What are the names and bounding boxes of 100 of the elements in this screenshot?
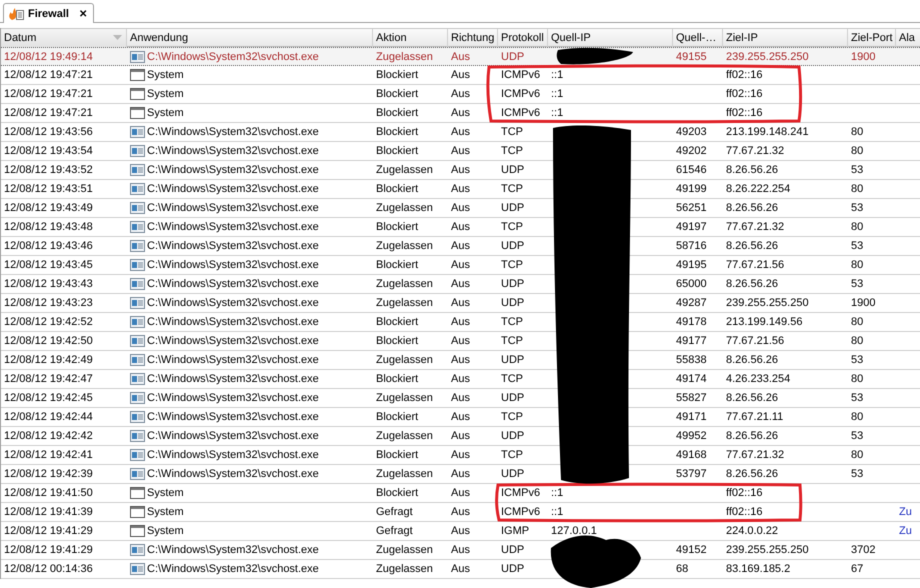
source-port-cell: 49152 — [676, 544, 707, 556]
date-cell: 12/08/12 19:42:47 — [4, 373, 93, 385]
direction-cell: Aus — [451, 487, 470, 499]
target-port-cell: 53 — [851, 164, 864, 176]
date-cell: 12/08/12 19:47:21 — [4, 107, 93, 119]
window-icon — [130, 487, 145, 499]
date-cell: 12/08/12 19:42:39 — [4, 468, 93, 480]
application-name: C:\Windows\System32\svchost.exe — [147, 316, 319, 328]
target-ip-cell: 239.255.255.250 — [726, 544, 809, 556]
log-row[interactable]: 12/08/12 19:47:21 System Blockiert Aus ICMPv6 ::1 ff02::16 — [1, 104, 920, 123]
target-ip-cell: 77.67.21.56 — [726, 335, 784, 347]
log-row[interactable]: 12/08/12 19:49:14 C:\Windows\System32\svchost.exe Zugelassen Aus UDP 49155 239.255.255.250 1900 — [1, 47, 920, 66]
protocol-cell: TCP — [501, 183, 523, 195]
date-cell: 12/08/12 19:43:46 — [4, 240, 93, 252]
service-window-icon — [130, 563, 145, 575]
target-port-cell: 53 — [851, 240, 864, 252]
action-cell: Zugelassen — [376, 354, 433, 366]
source-port-cell: 65000 — [676, 278, 707, 290]
target-port-cell: 1900 — [851, 297, 876, 309]
source-port-cell: 49174 — [676, 373, 707, 385]
target-ip-cell: 213.199.148.241 — [726, 126, 809, 138]
window-icon — [130, 107, 145, 119]
protocol-cell: UDP — [501, 297, 524, 309]
application-name: C:\Windows\System32\svchost.exe — [147, 411, 319, 423]
direction-cell: Aus — [451, 202, 470, 214]
action-cell: Blockiert — [376, 411, 418, 423]
application-name: System — [147, 88, 184, 100]
source-port-cell: 55827 — [676, 392, 707, 404]
service-window-icon — [130, 297, 145, 309]
target-ip-cell: 77.67.21.32 — [726, 145, 784, 157]
protocol-cell: UDP — [501, 50, 524, 62]
firewall-tab[interactable]: Firewall ✕ — [3, 3, 94, 23]
protocol-cell: ICMPv6 — [501, 88, 540, 100]
source-port-cell: 49168 — [676, 449, 707, 461]
source-ip-cell: 127.0.0.1 — [551, 525, 597, 537]
target-ip-cell: 8.26.56.26 — [726, 164, 778, 176]
service-window-icon — [130, 354, 145, 366]
column-header[interactable]: Datum — [1, 28, 127, 46]
date-cell: 12/08/12 19:47:21 — [4, 88, 93, 100]
direction-cell: Aus — [451, 468, 470, 480]
source-port-cell: 53797 — [676, 468, 707, 480]
service-window-icon — [130, 240, 145, 252]
application-name: C:\Windows\System32\svchost.exe — [147, 183, 319, 195]
target-port-cell: 80 — [851, 335, 864, 347]
action-cell: Zugelassen — [376, 278, 433, 290]
protocol-cell: ICMPv6 — [501, 487, 540, 499]
action-cell: Zugelassen — [376, 392, 433, 404]
source-port-cell: 68 — [676, 563, 688, 575]
target-port-cell: 53 — [851, 278, 864, 290]
direction-cell: Aus — [451, 107, 470, 119]
target-ip-cell: 8.26.56.26 — [726, 392, 778, 404]
target-ip-cell: 83.169.185.2 — [726, 563, 790, 575]
direction-cell: Aus — [451, 259, 470, 271]
target-ip-cell: 77.67.21.56 — [726, 259, 784, 271]
log-row[interactable]: 12/08/12 19:41:50 System Blockiert Aus ICMPv6 ::1 ff02::16 — [1, 484, 920, 503]
date-cell: 12/08/12 00:14:36 — [4, 563, 93, 575]
protocol-cell: UDP — [501, 430, 524, 442]
date-cell: 12/08/12 19:41:29 — [4, 544, 93, 556]
protocol-cell: TCP — [501, 411, 523, 423]
date-cell: 12/08/12 19:42:52 — [4, 316, 93, 328]
direction-cell: Aus — [451, 373, 470, 385]
target-port-cell: 53 — [851, 354, 864, 366]
date-cell: 12/08/12 19:47:21 — [4, 69, 93, 81]
direction-cell: Aus — [451, 221, 470, 233]
source-port-cell: 58716 — [676, 240, 707, 252]
target-port-cell: 80 — [851, 183, 864, 195]
protocol-cell: UDP — [501, 563, 524, 575]
date-cell: 12/08/12 19:43:23 — [4, 297, 93, 309]
source-port-cell: 61546 — [676, 164, 707, 176]
target-ip-cell: 8.26.56.26 — [726, 354, 778, 366]
log-row[interactable]: 12/08/12 19:47:21 System Blockiert Aus ICMPv6 ::1 ff02::16 — [1, 66, 920, 85]
target-ip-cell: ff02::16 — [726, 88, 762, 100]
alarm-link[interactable]: Zu — [899, 506, 912, 518]
application-name: C:\Windows\System32\svchost.exe — [147, 164, 319, 176]
source-ip-cell: ::1 — [551, 506, 564, 518]
source-port-cell: 49287 — [676, 297, 707, 309]
log-row[interactable]: 12/08/12 19:47:21 System Blockiert Aus ICMPv6 ::1 ff02::16 — [1, 85, 920, 104]
alarm-link[interactable]: Zu — [899, 525, 912, 537]
protocol-cell: UDP — [501, 354, 524, 366]
direction-cell: Aus — [451, 88, 470, 100]
log-row[interactable]: 12/08/12 19:41:39 System Gefragt Aus ICMPv6 ::1 ff02::16 Zu — [1, 503, 920, 522]
source-port-cell: 49178 — [676, 316, 707, 328]
action-cell: Gefragt — [376, 506, 413, 518]
direction-cell: Aus — [451, 525, 470, 537]
action-cell: Blockiert — [376, 126, 418, 138]
service-window-icon — [130, 335, 145, 347]
application-name: C:\Windows\System32\svchost.exe — [147, 297, 319, 309]
application-name: C:\Windows\System32\svchost.exe — [147, 430, 319, 442]
close-button[interactable]: ✕ — [72, 8, 87, 20]
target-port-cell: 53 — [851, 392, 864, 404]
target-ip-cell: ff02::16 — [726, 107, 762, 119]
action-cell: Blockiert — [376, 487, 418, 499]
service-window-icon — [130, 259, 145, 271]
action-cell: Zugelassen — [376, 544, 433, 556]
action-cell: Zugelassen — [376, 430, 433, 442]
source-port-cell: 49177 — [676, 335, 707, 347]
protocol-cell: TCP — [501, 145, 523, 157]
application-name: C:\Windows\System32\svchost.exe — [147, 335, 319, 347]
action-cell: Blockiert — [376, 88, 418, 100]
source-port-cell: 49203 — [676, 126, 707, 138]
